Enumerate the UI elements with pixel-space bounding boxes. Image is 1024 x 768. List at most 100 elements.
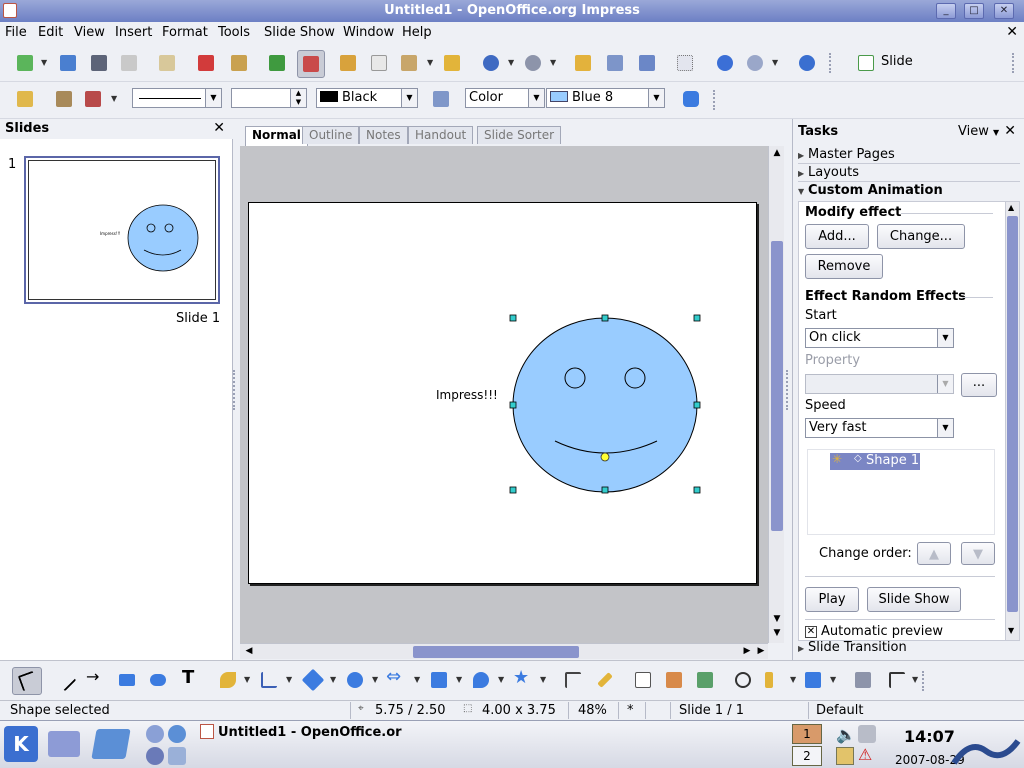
curve-tool-icon[interactable] [217, 669, 239, 691]
desktop-1-button[interactable]: 1 [792, 724, 822, 744]
rectangle-tool-icon[interactable] [116, 669, 138, 691]
desktop-2-button[interactable]: 2 [792, 746, 822, 766]
property-dropdown-icon[interactable]: ▼ [937, 375, 953, 393]
help-icon[interactable] [796, 52, 818, 74]
arrow-style-icon[interactable] [82, 88, 104, 110]
property-options-button[interactable]: ... [961, 373, 997, 397]
tasks-view-menu[interactable]: View ▼ [958, 124, 999, 139]
cut-icon[interactable] [337, 52, 359, 74]
toolbar-grip-2[interactable] [1012, 53, 1018, 73]
toolbar-grip-3[interactable] [713, 90, 719, 110]
export-pdf-icon[interactable] [195, 52, 217, 74]
select-tool-icon[interactable] [12, 667, 42, 695]
panel-scroll-down-icon[interactable]: ▼ [1008, 626, 1014, 635]
zoom-icon[interactable] [744, 52, 766, 74]
quicklaunch-icon-2[interactable] [168, 725, 186, 743]
slide-page[interactable]: Impress!!! [248, 202, 757, 584]
basic-shapes-dropdown-icon[interactable]: ▼ [330, 669, 338, 691]
chart-icon[interactable] [572, 52, 594, 74]
control-center-icon[interactable] [91, 729, 131, 759]
redo-icon[interactable] [522, 52, 544, 74]
text-tool-icon[interactable]: T [178, 667, 200, 691]
edit-file-icon[interactable] [156, 52, 178, 74]
basic-shapes-icon[interactable] [301, 668, 325, 692]
line-style-combo[interactable]: ▼ [132, 88, 222, 108]
menu-format[interactable]: Format [162, 25, 208, 40]
speed-select[interactable]: Very fast ▼ [805, 418, 954, 438]
stars-dropdown-icon[interactable]: ▼ [540, 669, 548, 691]
horizontal-scroll-thumb[interactable] [413, 646, 579, 658]
toolbar-grip-4[interactable] [922, 671, 928, 691]
ellipse-tool-icon[interactable] [147, 669, 169, 691]
menu-insert[interactable]: Insert [115, 25, 152, 40]
scroll-down-end-icon[interactable]: ▼ [770, 628, 784, 638]
print-icon[interactable] [228, 52, 250, 74]
extrusion-icon[interactable] [852, 669, 874, 691]
arrange-dropdown-icon[interactable]: ▼ [830, 669, 838, 691]
menu-slide-show[interactable]: Slide Show [264, 25, 335, 40]
area-color-combo[interactable]: Blue 8 ▼ [546, 88, 665, 108]
scroll-right-icon[interactable]: ▶ [740, 646, 754, 656]
undo-icon[interactable] [480, 52, 502, 74]
quicklaunch-icon-1[interactable] [146, 725, 164, 743]
maximize-button[interactable]: □ [964, 3, 984, 19]
tab-handout[interactable]: Handout [408, 126, 474, 144]
flowchart-icon[interactable] [428, 669, 450, 691]
slide-canvas[interactable]: Impress!!! [240, 146, 768, 643]
new-document-icon[interactable] [14, 52, 36, 74]
shadow-icon[interactable] [680, 88, 702, 110]
area-style-dropdown-icon[interactable]: ▼ [528, 89, 544, 107]
helplines-icon[interactable] [714, 52, 736, 74]
new-dropdown-icon[interactable]: ▼ [41, 52, 49, 74]
show-desktop-icon[interactable] [48, 731, 80, 757]
tab-notes[interactable]: Notes [359, 126, 408, 144]
warning-icon[interactable]: ⚠ [858, 745, 878, 765]
interaction-dropdown-icon[interactable]: ▼ [912, 669, 920, 691]
vertical-scrollbar[interactable]: ▲ ▼ ▼ [768, 146, 784, 643]
copy-icon[interactable] [368, 52, 390, 74]
tab-outline[interactable]: Outline [302, 126, 360, 144]
navigator-icon[interactable] [636, 52, 658, 74]
speed-dropdown-icon[interactable]: ▼ [937, 419, 953, 437]
move-down-button[interactable]: ▼ [961, 542, 995, 565]
close-document-icon[interactable]: ✕ [1006, 24, 1018, 40]
close-tasks-pane-icon[interactable]: ✕ [1004, 123, 1016, 139]
taskbar-window-item[interactable]: Untitled1 - OpenOffice.or [200, 724, 410, 746]
tasks-pane-splitter[interactable] [786, 370, 790, 410]
slides-pane-splitter[interactable] [233, 370, 237, 410]
paste-dropdown-icon[interactable]: ▼ [427, 52, 435, 74]
horizontal-scrollbar[interactable]: ◀ ▶ ▶ [240, 643, 768, 659]
section-master-pages[interactable]: ▶ Master Pages [798, 147, 1020, 164]
view-dropdown-icon[interactable]: ▼ [993, 128, 999, 137]
section-layouts[interactable]: ▶ Layouts [798, 165, 1020, 182]
area-style-combo[interactable]: Color ▼ [465, 88, 545, 108]
taskbar-clock[interactable]: 14:07 [904, 727, 955, 746]
start-select[interactable]: On click ▼ [805, 328, 954, 348]
minimize-button[interactable]: _ [936, 3, 956, 19]
panel-scrollbar[interactable]: ▲ ▼ [1005, 202, 1019, 640]
remove-effect-button[interactable]: Remove [805, 254, 883, 279]
menu-file[interactable]: File [5, 25, 27, 40]
section-slide-transition[interactable]: ▶ Slide Transition [798, 640, 1020, 657]
line-style-dropdown-icon[interactable]: ▼ [205, 89, 221, 107]
save-icon[interactable] [88, 52, 110, 74]
block-arrows-icon[interactable]: ⇔ [386, 666, 408, 691]
section-custom-animation[interactable]: ▼ Custom Animation [798, 183, 1020, 200]
spellcheck-icon[interactable] [266, 52, 288, 74]
clone-formatting-icon[interactable] [441, 52, 463, 74]
rotate-icon[interactable] [732, 669, 754, 691]
effect-list-item[interactable]: ✳ ◇ Shape 1 [830, 452, 920, 470]
property-select[interactable]: ▼ [805, 374, 954, 394]
klipper-icon[interactable] [836, 747, 854, 765]
panel-scroll-thumb[interactable] [1007, 216, 1018, 612]
fontwork-icon[interactable] [632, 669, 654, 691]
add-effect-button[interactable]: Add... [805, 224, 869, 249]
vertical-scroll-thumb[interactable] [771, 241, 783, 531]
close-button[interactable]: ✕ [994, 3, 1014, 19]
volume-icon[interactable]: 🔈 [836, 725, 856, 744]
smiley-shape[interactable] [249, 203, 758, 585]
move-up-button[interactable]: ▲ [917, 542, 951, 565]
quicklaunch-icon-4[interactable] [168, 747, 186, 765]
start-dropdown-icon[interactable]: ▼ [937, 329, 953, 347]
line-tool-icon[interactable] [53, 668, 77, 692]
